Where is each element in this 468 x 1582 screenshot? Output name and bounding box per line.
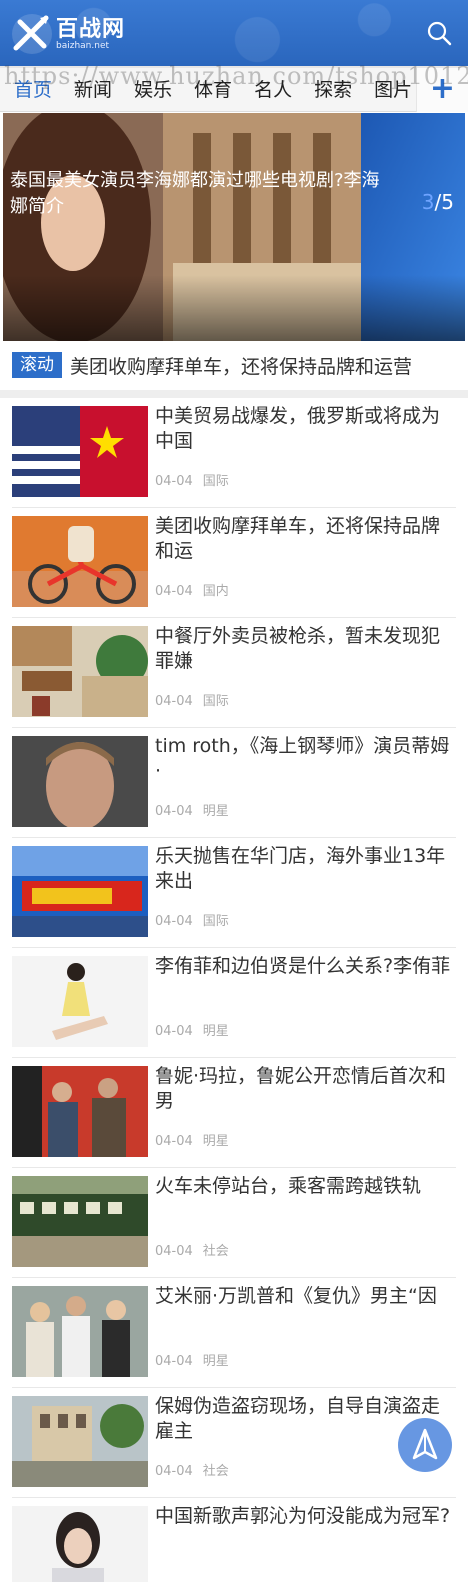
section-divider bbox=[0, 390, 468, 398]
nav-more-button[interactable]: + bbox=[416, 68, 468, 112]
hero-banner[interactable] bbox=[3, 113, 465, 341]
article-date: 04-04 bbox=[155, 694, 193, 709]
banner-page-total: /5 bbox=[434, 190, 454, 214]
nav-item-celebrities[interactable]: 名人 bbox=[254, 68, 292, 112]
article-meta: 04-04 明星 bbox=[155, 1020, 229, 1039]
article-title[interactable]: 艾米丽·万凯普和《复仇》男主“因 bbox=[155, 1284, 455, 1309]
article-thumbnail[interactable] bbox=[12, 1176, 148, 1267]
search-icon[interactable] bbox=[426, 20, 452, 46]
article-meta: 04-04 社会 bbox=[155, 1240, 229, 1259]
ticker-tag: 滚动 bbox=[12, 352, 62, 378]
article-title[interactable]: 李侑菲和边伯贤是什么关系?李侑菲 bbox=[155, 954, 455, 979]
list-item[interactable]: 美团收购摩拜单车，还将保持品牌和运 04-04 国内 bbox=[12, 508, 456, 618]
article-meta: 04-04 明星 bbox=[155, 1130, 229, 1149]
nav-item-entertainment[interactable]: 娱乐 bbox=[134, 68, 172, 112]
article-thumbnail[interactable] bbox=[12, 736, 148, 827]
article-meta: 04-04 国内 bbox=[155, 580, 229, 599]
article-date: 04-04 bbox=[155, 914, 193, 929]
article-title[interactable]: 鲁妮·玛拉，鲁妮公开恋情后首次和男 bbox=[155, 1064, 455, 1114]
article-category[interactable]: 国际 bbox=[203, 474, 229, 489]
site-logo[interactable]: 百战网 baizhan.net bbox=[10, 10, 150, 58]
nav-item-news[interactable]: 新闻 bbox=[74, 68, 112, 112]
list-item[interactable]: 中餐厅外卖员被枪杀，暂未发现犯罪嫌 04-04 国际 bbox=[12, 618, 456, 728]
article-title[interactable]: 中美贸易战爆发，俄罗斯或将成为中国 bbox=[155, 404, 455, 454]
article-category[interactable]: 明星 bbox=[203, 804, 229, 819]
article-category[interactable]: 国际 bbox=[203, 694, 229, 709]
list-item[interactable]: 鲁妮·玛拉，鲁妮公开恋情后首次和男 04-04 明星 bbox=[12, 1058, 456, 1168]
article-date: 04-04 bbox=[155, 804, 193, 819]
article-thumbnail[interactable] bbox=[12, 1286, 148, 1377]
article-thumbnail[interactable] bbox=[12, 406, 148, 497]
article-thumbnail[interactable] bbox=[12, 516, 148, 607]
list-item[interactable]: 保姆伪造盗窃现场，自导自演盗走雇主 04-04 社会 bbox=[12, 1388, 456, 1498]
article-title[interactable]: 中餐厅外卖员被枪杀，暂未发现犯罪嫌 bbox=[155, 624, 455, 674]
article-date: 04-04 bbox=[155, 1244, 193, 1259]
article-category[interactable]: 社会 bbox=[203, 1244, 229, 1259]
list-item[interactable]: tim roth，《海上钢琴师》演员蒂姆· 04-04 明星 bbox=[12, 728, 456, 838]
article-thumbnail[interactable] bbox=[12, 1506, 148, 1582]
banner-page-current: 3 bbox=[421, 190, 435, 214]
top-header: 百战网 baizhan.net bbox=[0, 0, 468, 68]
nav-item-home[interactable]: 首页 bbox=[14, 68, 52, 112]
banner-title[interactable]: 泰国最美女演员李海娜都演过哪些电视剧?李海娜简介 bbox=[10, 168, 390, 220]
article-date: 04-04 bbox=[155, 584, 193, 599]
article-meta: 04-04 国际 bbox=[155, 910, 229, 929]
floating-action-button[interactable] bbox=[398, 1418, 452, 1472]
article-title[interactable]: 火车未停站台，乘客需跨越铁轨 bbox=[155, 1174, 455, 1199]
article-thumbnail[interactable] bbox=[12, 1066, 148, 1157]
ticker-text[interactable]: 美团收购摩拜单车，还将保持品牌和运营 bbox=[70, 352, 412, 379]
article-date: 04-04 bbox=[155, 1464, 193, 1479]
article-thumbnail[interactable] bbox=[12, 626, 148, 717]
banner-caption-overlay bbox=[3, 275, 465, 341]
article-meta: 04-04 明星 bbox=[155, 800, 229, 819]
article-title[interactable]: tim roth，《海上钢琴师》演员蒂姆· bbox=[155, 734, 455, 784]
paper-plane-icon bbox=[412, 1428, 438, 1460]
list-item[interactable]: 中国新歌声郭沁为何没能成为冠军? bbox=[12, 1498, 456, 1582]
article-date: 04-04 bbox=[155, 1354, 193, 1369]
list-item[interactable]: 乐天抛售在华门店，海外事业13年来出 04-04 国际 bbox=[12, 838, 456, 948]
logo-title: 百战网 bbox=[56, 17, 126, 42]
logo-subtitle: baizhan.net bbox=[56, 41, 110, 51]
article-date: 04-04 bbox=[155, 1134, 193, 1149]
article-category[interactable]: 国际 bbox=[203, 914, 229, 929]
article-meta: 04-04 国际 bbox=[155, 690, 229, 709]
article-date: 04-04 bbox=[155, 1024, 193, 1039]
article-meta: 04-04 国际 bbox=[155, 470, 229, 489]
scrolling-news-ticker[interactable]: 滚动 美团收购摩拜单车，还将保持品牌和运营 bbox=[0, 342, 468, 388]
nav-item-pictures[interactable]: 图片 bbox=[374, 68, 412, 112]
banner-pager: 3/5 bbox=[422, 190, 454, 214]
article-meta: 04-04 明星 bbox=[155, 1350, 229, 1369]
article-category[interactable]: 社会 bbox=[203, 1464, 229, 1479]
article-category[interactable]: 明星 bbox=[203, 1024, 229, 1039]
article-list: 中美贸易战爆发，俄罗斯或将成为中国 04-04 国际 美团收购摩拜单车，还将保持品… bbox=[0, 398, 468, 1582]
list-item[interactable]: 艾米丽·万凯普和《复仇》男主“因 04-04 明星 bbox=[12, 1278, 456, 1388]
article-title[interactable]: 中国新歌声郭沁为何没能成为冠军? bbox=[155, 1504, 455, 1529]
article-title[interactable]: 美团收购摩拜单车，还将保持品牌和运 bbox=[155, 514, 455, 564]
baizhan-logo-mark-icon bbox=[12, 14, 52, 54]
nav-item-sports[interactable]: 体育 bbox=[194, 68, 232, 112]
list-item[interactable]: 火车未停站台，乘客需跨越铁轨 04-04 社会 bbox=[12, 1168, 456, 1278]
article-thumbnail[interactable] bbox=[12, 846, 148, 937]
category-nav: 首页 新闻 娱乐 体育 名人 探索 图片 + bbox=[0, 68, 468, 112]
article-date: 04-04 bbox=[155, 474, 193, 489]
article-thumbnail[interactable] bbox=[12, 956, 148, 1047]
article-title[interactable]: 乐天抛售在华门店，海外事业13年来出 bbox=[155, 844, 455, 894]
article-category[interactable]: 国内 bbox=[203, 584, 229, 599]
article-meta: 04-04 社会 bbox=[155, 1460, 229, 1479]
list-item[interactable]: 中美贸易战爆发，俄罗斯或将成为中国 04-04 国际 bbox=[12, 398, 456, 508]
article-category[interactable]: 明星 bbox=[203, 1134, 229, 1149]
list-item[interactable]: 李侑菲和边伯贤是什么关系?李侑菲 04-04 明星 bbox=[12, 948, 456, 1058]
article-thumbnail[interactable] bbox=[12, 1396, 148, 1487]
article-category[interactable]: 明星 bbox=[203, 1354, 229, 1369]
nav-item-explore[interactable]: 探索 bbox=[314, 68, 352, 112]
